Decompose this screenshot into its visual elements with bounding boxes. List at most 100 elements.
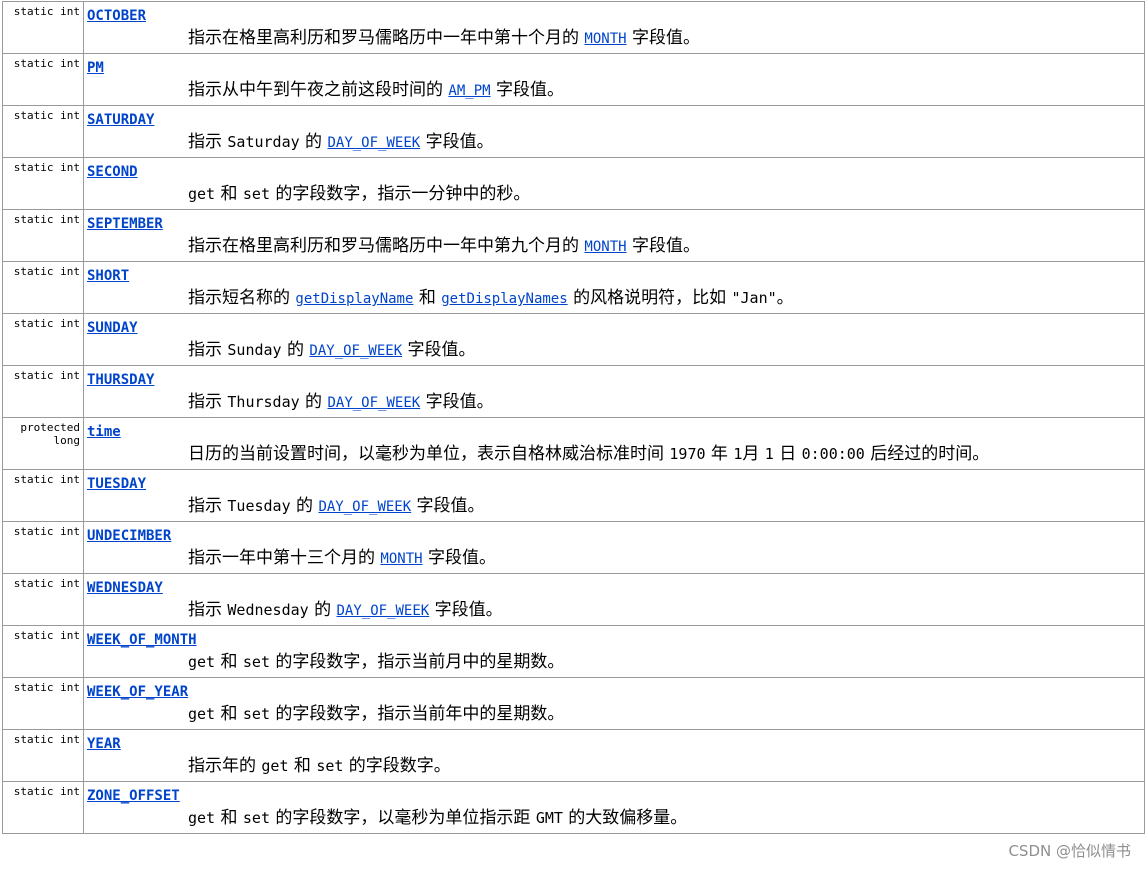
field-description: 指示 Sunday 的 DAY_OF_WEEK 字段值。 [188,338,1144,363]
field-cell: SATURDAY 指示 Saturday 的 DAY_OF_WEEK 字段值。 [83,105,1145,158]
description-link[interactable]: MONTH [584,31,626,47]
description-text: 指示 [188,496,228,516]
field-modifier: static int [2,573,84,626]
table-row: static int WEEK_OF_MONTH get 和 set 的字段数字，指… [2,625,1145,678]
field-description: 日历的当前设置时间，以毫秒为单位，表示自格林威治标准时间 1970 年 1月 1… [188,442,1144,466]
description-text: 字段值。 [420,392,494,412]
description-link[interactable]: DAY_OF_WEEK [327,395,420,411]
description-link[interactable]: MONTH [380,551,422,567]
description-text: 的 [299,392,328,412]
description-text: 的字段数字，指示当前月中的星期数。 [270,652,565,672]
description-code: Thursday [227,393,300,411]
field-cell: YEAR 指示年的 get 和 set 的字段数字。 [83,729,1145,782]
field-name-link[interactable]: PM [87,59,104,77]
description-link[interactable]: MONTH [584,239,626,255]
field-modifier: static int [2,521,84,574]
field-modifier: static int [2,469,84,522]
field-cell: time 日历的当前设置时间，以毫秒为单位，表示自格林威治标准时间 1970 年 … [83,417,1145,470]
field-cell: THURSDAY 指示 Thursday 的 DAY_OF_WEEK 字段值。 [83,365,1145,418]
description-code: set [242,653,270,671]
description-link[interactable]: DAY_OF_WEEK [318,499,411,515]
description-code: Tuesday [227,497,291,515]
table-row: protected long time 日历的当前设置时间，以毫秒为单位，表示自格林… [2,417,1145,470]
field-modifier: static int [2,781,84,834]
field-description: get 和 set 的字段数字，指示当前月中的星期数。 [188,650,1144,674]
field-modifier: static int [2,313,84,366]
table-row: static int SATURDAY 指示 Saturday 的 DAY_OF_W… [2,105,1145,158]
field-modifier: static int [2,157,84,210]
description-link[interactable]: getDisplayNames [441,291,567,307]
description-text: 和 [288,756,317,776]
description-code: 1970 [669,445,706,463]
description-text: 月 [742,444,765,464]
field-cell: SUNDAY 指示 Sunday 的 DAY_OF_WEEK 字段值。 [83,313,1145,366]
description-code: 1 [764,445,774,463]
description-text: 字段值。 [429,600,503,620]
description-text: 。 [776,288,794,308]
description-text: 指示一年中第十三个月的 [188,548,381,568]
description-text: 的 [290,496,319,516]
field-name-link[interactable]: SEPTEMBER [87,215,163,233]
table-row: static int YEAR 指示年的 get 和 set 的字段数字。 [2,729,1145,782]
field-name-link[interactable]: THURSDAY [87,371,154,389]
field-name-link[interactable]: time [87,423,121,441]
field-name-link[interactable]: WEDNESDAY [87,579,163,597]
table-row: static int WEDNESDAY 指示 Wednesday 的 DAY_OF… [2,573,1145,626]
field-modifier: static int [2,729,84,782]
table-row: static int OCTOBER 指示在格里高利历和罗马儒略历中一年中第十个月的… [2,1,1145,54]
field-name-link[interactable]: ZONE_OFFSET [87,787,180,805]
description-text: 年 [705,444,734,464]
field-description: 指示 Saturday 的 DAY_OF_WEEK 字段值。 [188,130,1144,155]
field-name-link[interactable]: SUNDAY [87,319,138,337]
description-code: Wednesday [227,601,309,619]
description-code: set [242,185,270,203]
field-name-link[interactable]: SATURDAY [87,111,154,129]
field-name-link[interactable]: WEEK_OF_MONTH [87,631,197,649]
table-row: static int WEEK_OF_YEAR get 和 set 的字段数字，指示… [2,677,1145,730]
description-text: 和 [215,184,243,204]
field-name-link[interactable]: YEAR [87,735,121,753]
description-code: "Jan" [731,289,777,307]
description-link[interactable]: DAY_OF_WEEK [327,135,420,151]
field-modifier: static int [2,261,84,314]
field-modifier: static int [2,625,84,678]
table-row: static int UNDECIMBER 指示一年中第十三个月的 MONTH 字段… [2,521,1145,574]
description-code: set [242,705,270,723]
field-name-link[interactable]: SECOND [87,163,138,181]
description-code: 0:00:00 [801,445,865,463]
description-link[interactable]: DAY_OF_WEEK [309,343,402,359]
table-row: static int ZONE_OFFSETget 和 set 的字段数字，以毫秒… [2,781,1145,834]
field-name-link[interactable]: TUESDAY [87,475,146,493]
field-description: get 和 set 的字段数字，指示当前年中的星期数。 [188,702,1144,726]
field-name-link[interactable]: SHORT [87,267,129,285]
field-description: get 和 set 的字段数字，指示一分钟中的秒。 [188,182,1144,206]
description-text: 的 [281,340,310,360]
description-text: 的字段数字，指示当前年中的星期数。 [270,704,565,724]
description-text: 字段值。 [626,236,700,256]
description-text: 字段值。 [422,548,496,568]
field-description: 指示短名称的 getDisplayName 和 getDisplayNames … [188,286,1144,311]
field-modifier: protected long [2,417,84,470]
description-text: 字段值。 [490,80,564,100]
description-code: get [188,653,216,671]
description-link[interactable]: AM_PM [448,83,490,99]
description-link[interactable]: getDisplayName [295,291,413,307]
description-code: get [188,705,216,723]
field-description: get 和 set 的字段数字，以毫秒为单位指示距 GMT 的大致偏移量。 [188,806,1144,830]
description-text: 字段值。 [411,496,485,516]
field-name-link[interactable]: UNDECIMBER [87,527,171,545]
description-text: 的风格说明符，比如 [567,288,732,308]
field-modifier: static int [2,53,84,106]
description-link[interactable]: DAY_OF_WEEK [337,603,430,619]
description-code: get [188,185,216,203]
table-row: static int SECOND get 和 set 的字段数字，指示一分钟中的秒… [2,157,1145,210]
table-row: static int SEPTEMBER 指示在格里高利历和罗马儒略历中一年中第九个… [2,209,1145,262]
table-row: static int SUNDAY 指示 Sunday 的 DAY_OF_WEEK … [2,313,1145,366]
field-cell: OCTOBER 指示在格里高利历和罗马儒略历中一年中第十个月的 MONTH 字段值… [83,1,1145,54]
description-text: 指示从中午到午夜之前这段时间的 [188,80,449,100]
field-cell: WEEK_OF_YEAR get 和 set 的字段数字，指示当前年中的星期数。 [83,677,1145,730]
description-text: 的 [308,600,337,620]
field-description: 指示在格里高利历和罗马儒略历中一年中第九个月的 MONTH 字段值。 [188,234,1144,259]
field-name-link[interactable]: WEEK_OF_YEAR [87,683,188,701]
field-name-link[interactable]: OCTOBER [87,7,146,25]
